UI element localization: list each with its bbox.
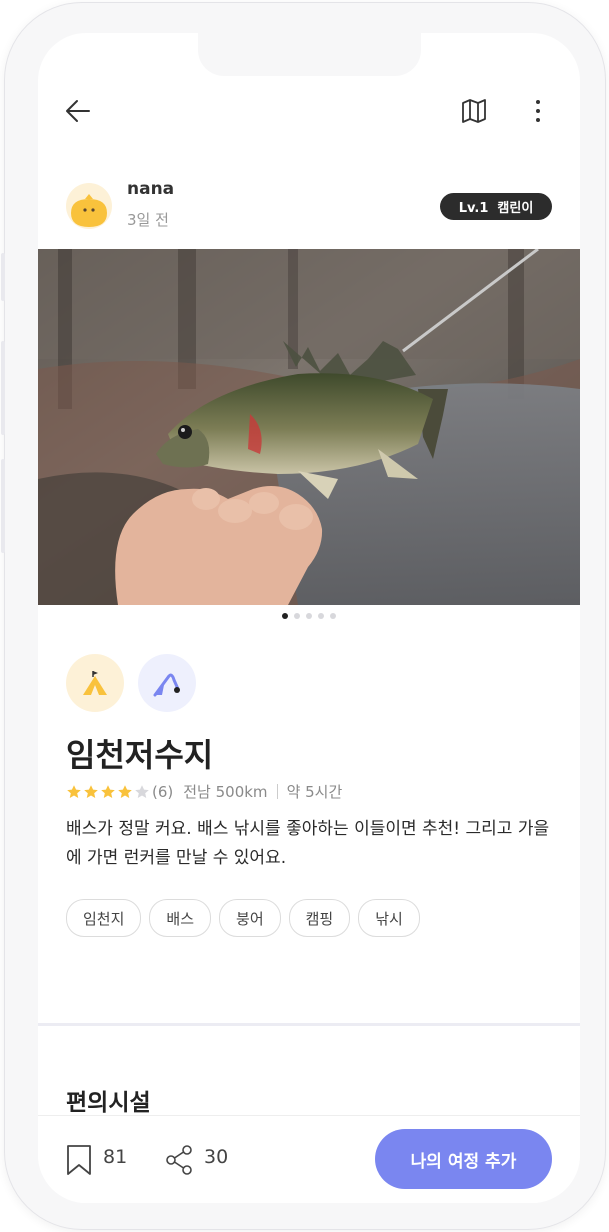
spot-photo[interactable]	[38, 249, 580, 605]
facilities-title: 편의시설	[66, 1090, 151, 1116]
camping-tent-icon	[83, 671, 107, 695]
more-vertical-icon	[536, 100, 540, 122]
spot-title: 임천저수지	[66, 736, 214, 774]
tag-chip[interactable]: 낚시	[358, 899, 420, 937]
star-icon	[101, 784, 115, 798]
arrow-left-icon	[66, 100, 90, 122]
spot-region: 전남 500km	[183, 783, 268, 801]
star-icon	[67, 784, 81, 798]
back-button[interactable]	[62, 95, 94, 127]
tag-chip[interactable]: 임천지	[66, 899, 142, 937]
share-button[interactable]	[164, 1143, 194, 1177]
share-count: 30	[204, 1146, 229, 1168]
pagination-dot[interactable]	[318, 613, 324, 619]
post-time: 3일 전	[127, 211, 169, 229]
chick-avatar-icon	[71, 194, 107, 227]
author-name[interactable]: nana	[127, 179, 174, 199]
spot-meta: (6) 전남 500km 약 5시간	[66, 781, 342, 802]
device-notch	[198, 33, 421, 76]
share-icon	[166, 1145, 192, 1175]
tag-chip[interactable]: 캠핑	[288, 899, 351, 937]
device-frame: nana 3일 전 Lv.1 캠린이 임천저수지 (6) 전남 500km 약 …	[1, 2, 606, 1230]
device-button	[1, 459, 5, 553]
star-icon	[118, 784, 132, 798]
pagination-dot[interactable]	[282, 613, 288, 619]
more-button[interactable]	[524, 95, 552, 127]
fish-photo-image	[38, 249, 580, 605]
spot-description: 배스가 정말 커요. 배스 낚시를 좋아하는 이들이면 추천! 그리고 가을에 …	[66, 819, 550, 868]
bookmark-count: 81	[103, 1146, 128, 1168]
map-button[interactable]	[458, 95, 490, 127]
bookmark-icon	[67, 1145, 91, 1175]
avatar[interactable]	[66, 183, 112, 229]
section-divider	[38, 1023, 580, 1026]
map-icon	[462, 99, 486, 123]
tag-list: 임천지 배스 붕어 캠핑 낚시	[66, 899, 420, 937]
review-count[interactable]: (6)	[152, 783, 173, 801]
device-button	[1, 253, 5, 301]
star-icon	[135, 784, 149, 798]
device-button	[1, 341, 5, 435]
level-badge: Lv.1 캠린이	[440, 193, 552, 220]
spot-duration: 약 5시간	[286, 783, 343, 801]
meta-divider	[276, 784, 278, 799]
tag-chip[interactable]: 배스	[149, 899, 212, 937]
app-screen: nana 3일 전 Lv.1 캠린이 임천저수지 (6) 전남 500km 약 …	[38, 33, 580, 1203]
rating-stars	[66, 784, 150, 800]
fishing-rod-icon	[153, 673, 180, 697]
star-icon	[84, 784, 98, 798]
add-to-trip-button[interactable]: 나의 여정 추가	[375, 1129, 552, 1189]
pagination-dot[interactable]	[330, 613, 336, 619]
category-camping	[66, 654, 124, 712]
pagination-dot[interactable]	[294, 613, 300, 619]
photo-pagination[interactable]	[38, 613, 580, 619]
bookmark-button[interactable]	[64, 1143, 94, 1177]
tag-chip[interactable]: 붕어	[219, 899, 281, 937]
pagination-dot[interactable]	[306, 613, 312, 619]
category-fishing	[138, 654, 196, 712]
